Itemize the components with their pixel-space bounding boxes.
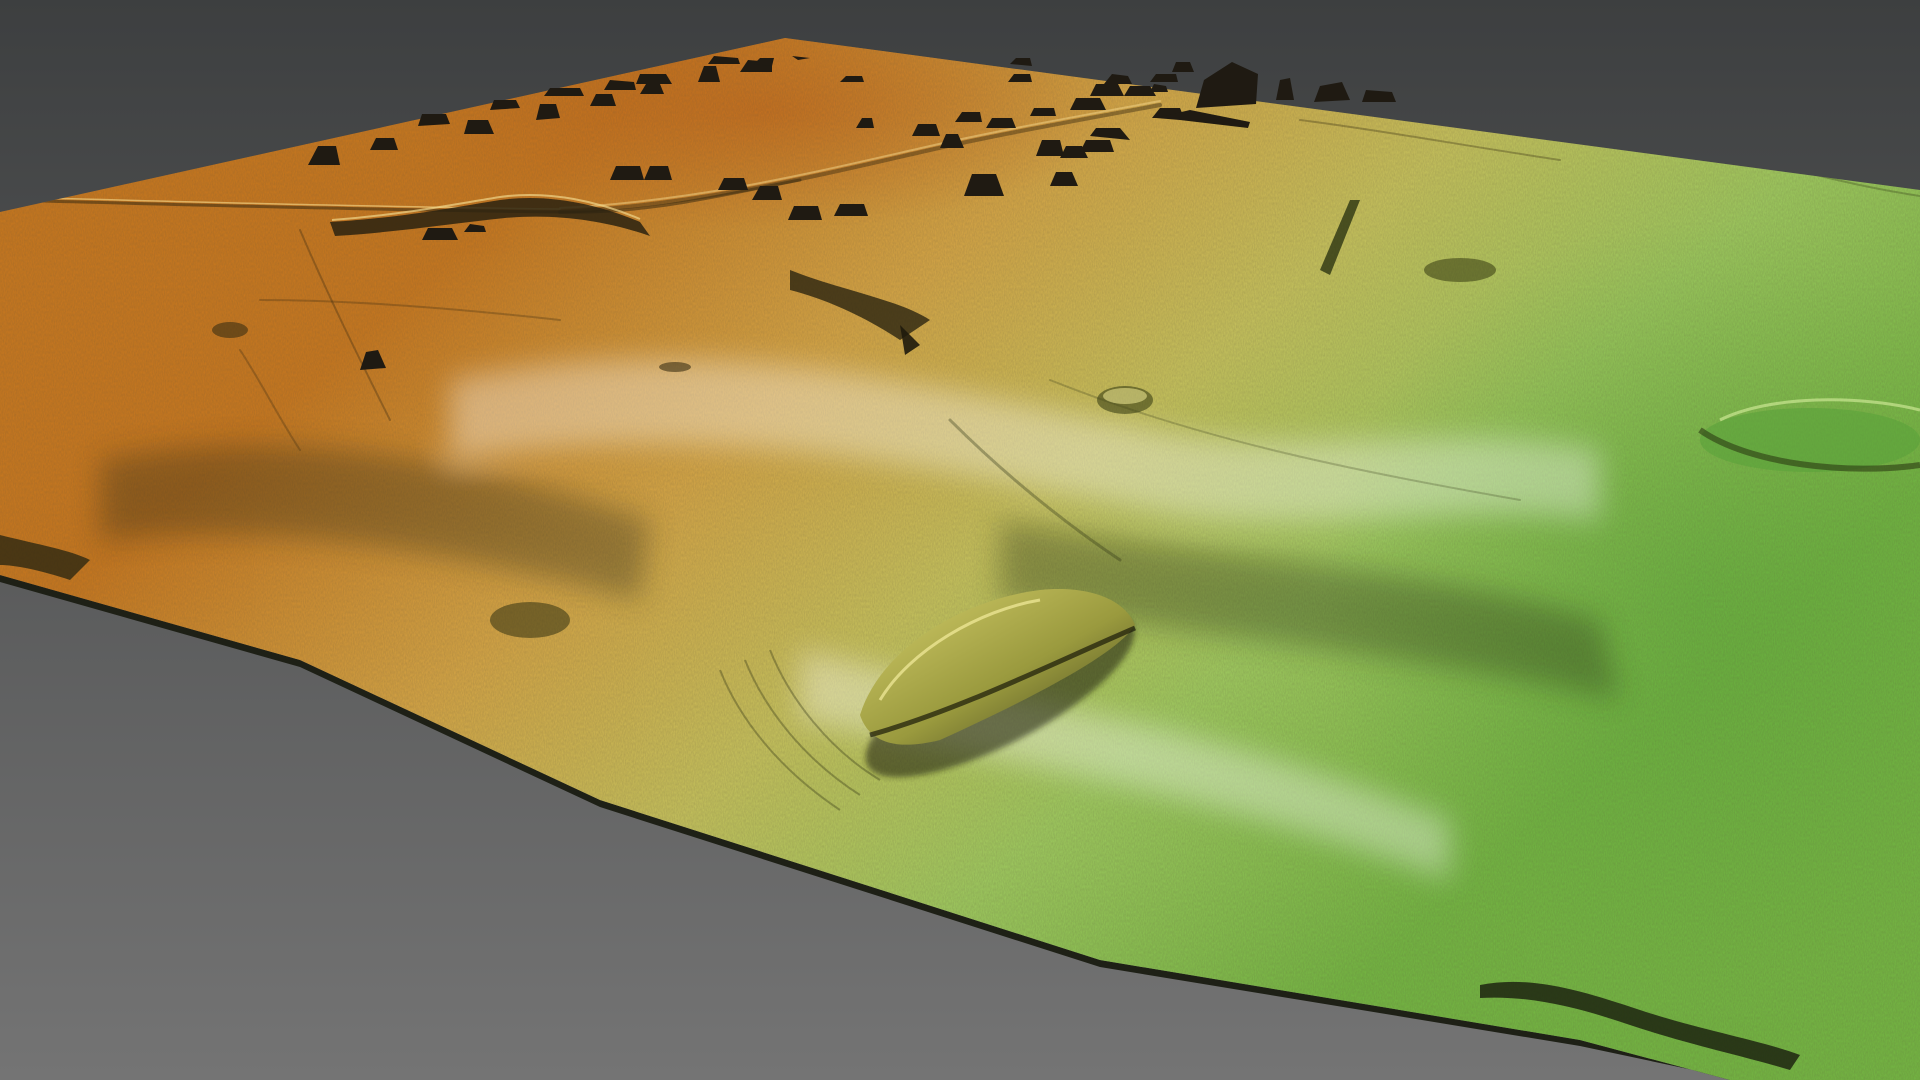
building (1070, 98, 1106, 110)
terrain-viewport[interactable] (0, 0, 1920, 1080)
building (636, 74, 672, 84)
building (544, 88, 584, 96)
building (422, 228, 458, 240)
terrain-canvas (0, 0, 1920, 1080)
building (1030, 108, 1056, 116)
building (536, 104, 560, 120)
building (418, 114, 450, 126)
